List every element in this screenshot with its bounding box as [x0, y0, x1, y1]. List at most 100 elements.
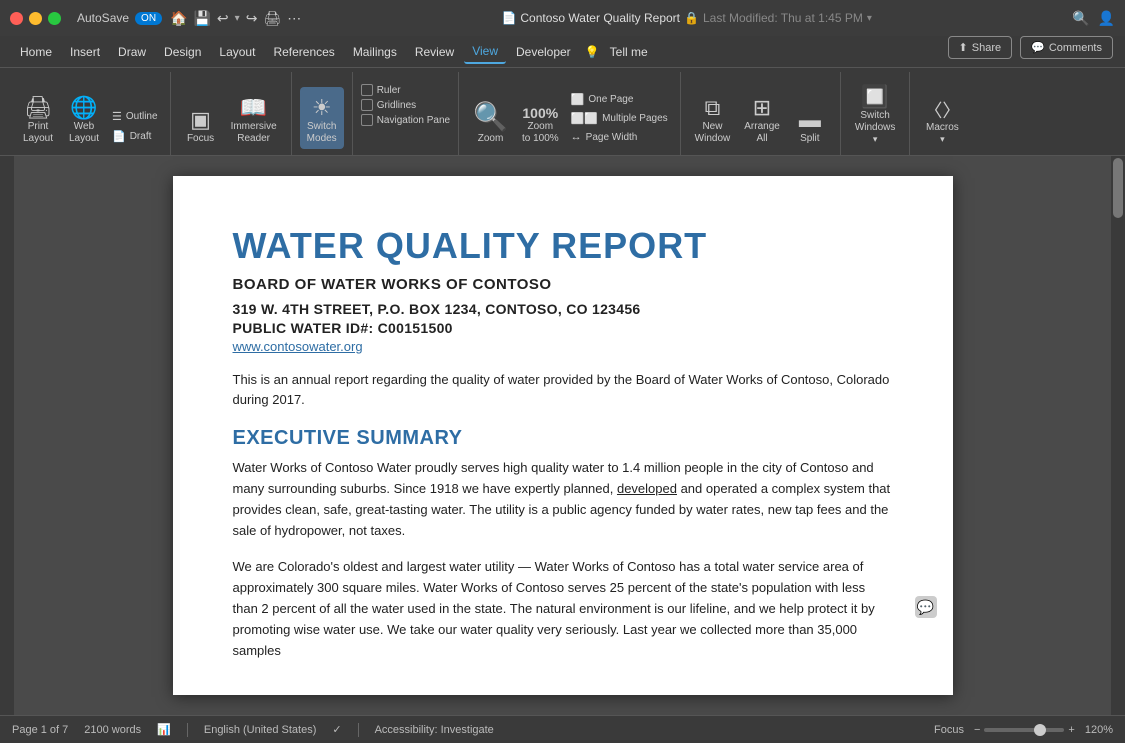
menu-home[interactable]: Home	[12, 41, 60, 63]
navigation-check[interactable]: Navigation Pane	[361, 114, 450, 126]
maximize-button[interactable]	[48, 12, 61, 25]
multiple-pages-icon: ⬜⬜	[571, 112, 598, 125]
undo-icon[interactable]: ↩	[217, 10, 229, 27]
draft-label: Draft	[130, 131, 152, 142]
menu-design[interactable]: Design	[156, 41, 209, 63]
home-icon[interactable]: 🏠	[170, 10, 187, 27]
one-page-button[interactable]: ⬜ One Page	[567, 91, 672, 108]
switch-modes-icon: ☀	[312, 97, 332, 119]
gridlines-label: Gridlines	[377, 100, 416, 111]
accessibility-label[interactable]: Accessibility: Investigate	[375, 724, 494, 736]
zoom-slider-track[interactable]	[984, 728, 1064, 732]
document-website[interactable]: www.contosowater.org	[233, 339, 893, 354]
immersive-reader-icon: 📖	[240, 97, 267, 119]
profile-icon[interactable]: 👤	[1098, 10, 1115, 27]
section1-body1: Water Works of Contoso Water proudly ser…	[233, 458, 893, 541]
macros-icon: 〈〉	[924, 102, 960, 120]
close-button[interactable]	[10, 12, 23, 25]
ruler-checkbox[interactable]	[361, 84, 373, 96]
word-count: 2100 words	[84, 724, 141, 736]
ribbon-group-switch-windows: 🔲 SwitchWindows ▾	[841, 72, 911, 155]
window-controls[interactable]	[10, 12, 61, 25]
save-icon[interactable]: 💾	[193, 10, 210, 27]
immersive-reader-button[interactable]: 📖 ImmersiveReader	[225, 87, 283, 149]
title-right-area: 🔍 👤	[1072, 10, 1115, 27]
immersive-reader-label: ImmersiveReader	[231, 121, 277, 145]
focus-button[interactable]: Focus	[934, 724, 964, 736]
switch-modes-label: SwitchModes	[307, 121, 337, 145]
menu-tell-me[interactable]: Tell me	[602, 41, 656, 63]
focus-icon: ▣	[190, 109, 211, 131]
comments-icon: 💬	[1031, 41, 1045, 54]
zoom-button[interactable]: 🔍 Zoom	[467, 87, 514, 149]
arrange-all-label: ArrangeAll	[744, 121, 780, 145]
ruler-label: Ruler	[377, 85, 401, 96]
menu-layout[interactable]: Layout	[211, 41, 263, 63]
comment-bubble[interactable]: 💬	[915, 596, 937, 618]
zoom-percentage[interactable]: 120%	[1085, 724, 1113, 736]
scrollbar[interactable]	[1111, 156, 1125, 715]
macros-label: Macros	[926, 122, 959, 134]
share-button[interactable]: ⬆ Share	[948, 36, 1013, 59]
switch-windows-dropdown[interactable]: ▾	[873, 134, 878, 145]
ruler-check[interactable]: Ruler	[361, 84, 450, 96]
section1-body2: We are Colorado's oldest and largest wat…	[233, 557, 893, 661]
locked-icon: 🔒	[684, 11, 699, 25]
undo-dropdown-icon[interactable]: ▾	[235, 13, 240, 24]
gridlines-checkbox[interactable]	[361, 99, 373, 111]
zoom-100-button[interactable]: 100% Zoomto 100%	[516, 87, 565, 149]
multiple-pages-button[interactable]: ⬜⬜ Multiple Pages	[567, 110, 672, 127]
outline-button[interactable]: ☰ Outline	[108, 107, 162, 125]
macros-dropdown[interactable]: ▾	[940, 134, 945, 145]
print-icon[interactable]: 🖨	[263, 10, 281, 27]
autosave-toggle[interactable]: ON	[135, 12, 162, 25]
zoom-100-icon: 100%	[522, 105, 558, 121]
new-window-button[interactable]: ⧉ NewWindow	[689, 87, 737, 149]
menu-review[interactable]: Review	[407, 41, 462, 63]
redo-icon[interactable]: ↪	[246, 10, 258, 27]
page-width-button[interactable]: ↔ Page Width	[567, 129, 672, 145]
section1-title: EXECUTIVE SUMMARY	[233, 427, 893, 450]
comments-button[interactable]: 💬 Comments	[1020, 36, 1113, 59]
scrollbar-thumb[interactable]	[1113, 158, 1123, 218]
language-selector[interactable]: English (United States)	[204, 724, 317, 736]
main-content: WATER QUALITY REPORT BOARD OF WATER WORK…	[0, 156, 1125, 715]
outline-label: Outline	[126, 111, 158, 122]
split-icon: ▬	[799, 109, 821, 131]
new-window-label: NewWindow	[695, 121, 731, 145]
title-dropdown-icon[interactable]: ▾	[867, 13, 872, 24]
view-buttons: 🖨 PrintLayout 🌐 WebLayout ☰ Outline 📄 Dr…	[16, 74, 162, 153]
split-label: Split	[800, 133, 819, 145]
zoom-plus-button[interactable]: +	[1068, 724, 1074, 736]
print-layout-button[interactable]: 🖨 PrintLayout	[16, 87, 60, 149]
switch-modes-button[interactable]: ☀ SwitchModes	[300, 87, 344, 149]
page-width-label: Page Width	[586, 132, 638, 143]
ribbon: 🖨 PrintLayout 🌐 WebLayout ☰ Outline 📄 Dr…	[0, 68, 1125, 156]
status-right: Focus − + 120%	[934, 724, 1113, 736]
autosave-area: AutoSave ON	[77, 11, 162, 25]
navigation-checkbox[interactable]	[361, 114, 373, 126]
focus-button[interactable]: ▣ Focus	[179, 87, 223, 149]
arrange-all-button[interactable]: ⊞ ArrangeAll	[738, 87, 786, 149]
zoom-minus-button[interactable]: −	[974, 724, 980, 736]
switch-buttons: ☀ SwitchModes	[300, 74, 344, 153]
menu-mailings[interactable]: Mailings	[345, 41, 405, 63]
page-width-icon: ↔	[571, 131, 582, 143]
switch-windows-button[interactable]: 🔲 SwitchWindows ▾	[849, 87, 902, 149]
menu-draw[interactable]: Draw	[110, 41, 154, 63]
split-button[interactable]: ▬ Split	[788, 87, 832, 149]
minimize-button[interactable]	[29, 12, 42, 25]
web-layout-button[interactable]: 🌐 WebLayout	[62, 87, 106, 149]
outline-draft-col: ☰ Outline 📄 Draft	[108, 107, 162, 149]
more-icon[interactable]: ⋯	[287, 10, 301, 27]
macros-button[interactable]: 〈〉 Macros ▾	[918, 87, 966, 149]
menu-developer[interactable]: Developer	[508, 41, 579, 63]
menu-view[interactable]: View	[464, 40, 506, 64]
ribbon-group-macros: 〈〉 Macros ▾	[910, 72, 974, 155]
gridlines-check[interactable]: Gridlines	[361, 99, 450, 111]
zoom-slider-thumb[interactable]	[1034, 724, 1046, 736]
draft-button[interactable]: 📄 Draft	[108, 127, 162, 145]
search-icon[interactable]: 🔍	[1072, 10, 1089, 27]
menu-references[interactable]: References	[265, 41, 342, 63]
menu-insert[interactable]: Insert	[62, 41, 108, 63]
